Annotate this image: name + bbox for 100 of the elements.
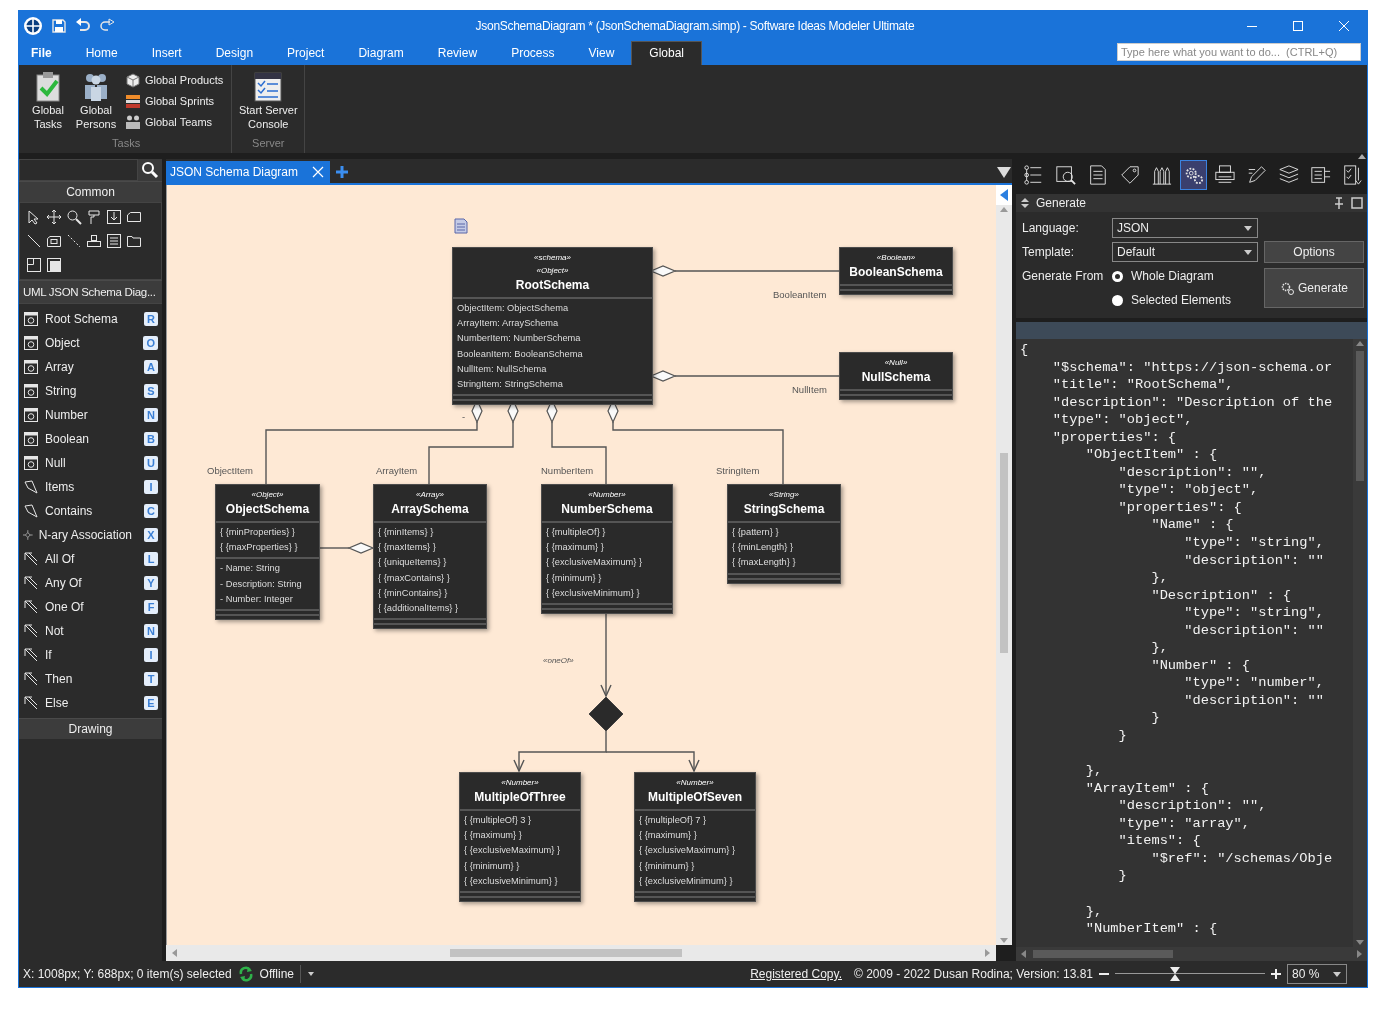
shortcut-key: X xyxy=(144,528,158,542)
menu-tab[interactable]: File xyxy=(19,42,69,65)
attribute-text: { {multipleOf} 7 } xyxy=(639,814,708,827)
menu-tab[interactable]: Design xyxy=(198,42,271,65)
document-tab[interactable]: JSON Schema Diagram xyxy=(166,161,331,183)
scrollbar-thumb[interactable] xyxy=(1000,453,1008,653)
toolbox-item[interactable]: N-ary Association X xyxy=(19,523,162,547)
redo-icon[interactable] xyxy=(99,18,115,34)
connector-label: StringItem xyxy=(716,465,760,476)
scrollbar[interactable] xyxy=(166,945,996,961)
zoom-in-icon[interactable] xyxy=(1271,969,1281,979)
dropdown[interactable]: JSON xyxy=(1112,218,1258,238)
radio-button[interactable]: Selected Elements xyxy=(1112,293,1258,307)
attribute-text: { {exclusiveMaximum} } xyxy=(639,844,737,858)
ribbon-button[interactable]: Start Server Console xyxy=(236,69,301,137)
shortcut-key: N xyxy=(144,408,158,422)
line-icon[interactable] xyxy=(26,233,42,249)
stereotype-label: «String» xyxy=(768,489,800,501)
section-header[interactable]: UML JSON Schema Diag... xyxy=(19,280,162,303)
save-icon[interactable] xyxy=(51,18,67,34)
license-link[interactable]: Registered Copy. xyxy=(750,967,842,981)
radio-button[interactable]: Whole Diagram xyxy=(1112,269,1258,283)
maximize-icon[interactable] xyxy=(1351,197,1363,209)
toolbox-item[interactable]: One Of F xyxy=(19,595,162,619)
toolbox-item[interactable]: Items I xyxy=(19,475,162,499)
ribbon-button[interactable]: Global Products xyxy=(125,71,224,89)
move-icon[interactable] xyxy=(46,209,62,225)
section-header[interactable]: Common xyxy=(19,181,162,202)
section-header[interactable]: Drawing xyxy=(19,718,162,739)
dropdown[interactable]: Default xyxy=(1112,242,1258,262)
gear-icon[interactable] xyxy=(1179,160,1208,190)
options-button[interactable]: Options xyxy=(1264,241,1364,263)
menu-tab[interactable]: Diagram xyxy=(341,42,421,65)
toolbox-item[interactable]: Object O xyxy=(19,331,162,355)
collapse-panel-icon[interactable] xyxy=(996,185,1012,205)
scrollbar[interactable] xyxy=(1353,339,1367,947)
note-shape-icon[interactable] xyxy=(126,209,142,225)
scrollbar-thumb[interactable] xyxy=(1033,950,1173,958)
insert-box-icon[interactable] xyxy=(106,209,122,225)
corner-frame-icon[interactable] xyxy=(26,257,42,273)
folder-icon[interactable] xyxy=(126,233,142,249)
zoom-dropdown[interactable]: 80 % xyxy=(1287,964,1347,984)
attribute-text: { {maximum} } xyxy=(546,541,605,555)
scrollbar[interactable] xyxy=(1016,947,1367,961)
menu-tab[interactable]: Process xyxy=(494,42,572,65)
menu-tab[interactable]: Review xyxy=(420,42,495,65)
ribbon-button[interactable]: Global Persons xyxy=(73,69,119,137)
list-box-icon[interactable] xyxy=(106,233,122,249)
toolbox-item[interactable]: If I xyxy=(19,643,162,667)
ribbon-button[interactable]: Global Tasks xyxy=(25,69,71,137)
toolbox-item[interactable]: Null U xyxy=(19,451,162,475)
toolbox-item[interactable]: Contains C xyxy=(19,499,162,523)
scroll-right-icon[interactable] xyxy=(1356,949,1364,959)
toolbox-item[interactable]: Root Schema R xyxy=(19,307,162,331)
pin-icon[interactable] xyxy=(1333,197,1345,209)
menu-tab[interactable]: Global xyxy=(631,41,702,65)
attribute-text: { {exclusiveMinimum} } xyxy=(639,874,734,888)
ribbon-button[interactable]: Global Teams xyxy=(125,113,224,131)
toolbox-item[interactable]: Not N xyxy=(19,619,162,643)
toolbox-item[interactable]: Then T xyxy=(19,667,162,691)
add-icon[interactable] xyxy=(336,166,349,178)
search-field[interactable] xyxy=(19,159,138,181)
picture-frame-icon[interactable] xyxy=(46,233,62,249)
stereotype-label: «schema» xyxy=(533,252,572,264)
slider-thumb[interactable] xyxy=(1169,966,1181,982)
paint-roller-icon[interactable] xyxy=(86,209,102,225)
toolbox-item[interactable]: Boolean B xyxy=(19,427,162,451)
arrow-icon xyxy=(23,551,39,567)
toolbox-item[interactable]: Else E xyxy=(19,691,162,715)
menu-tab[interactable]: Home xyxy=(68,42,135,65)
toolbox-item[interactable]: String S xyxy=(19,379,162,403)
menu-tab[interactable]: Insert xyxy=(134,42,199,65)
dashed-line-icon[interactable] xyxy=(66,233,82,249)
menu-tab[interactable]: Project xyxy=(270,42,342,65)
shortcut-key: N xyxy=(144,624,158,638)
scrollbar[interactable] xyxy=(996,185,1012,945)
scroll-left-icon[interactable] xyxy=(1019,949,1027,959)
toolbox-item[interactable]: Any Of Y xyxy=(19,571,162,595)
dropdown-icon[interactable] xyxy=(997,166,1011,178)
toolbox-item[interactable]: Number N xyxy=(19,403,162,427)
stamp-icon[interactable] xyxy=(86,233,102,249)
expand-collapse-icon[interactable] xyxy=(1020,197,1030,209)
arrow-icon xyxy=(23,671,39,687)
search-icon[interactable] xyxy=(138,159,162,181)
stereotype-label: «Boolean» xyxy=(875,252,917,264)
generate-button[interactable]: Generate xyxy=(1264,268,1364,308)
menu-tab[interactable]: View xyxy=(571,42,632,65)
zoom-icon[interactable] xyxy=(66,209,82,225)
ribbon-button[interactable]: Global Sprints xyxy=(125,92,224,110)
undo-icon[interactable] xyxy=(75,18,91,34)
caret-icon[interactable] xyxy=(307,971,316,977)
toolbox-item[interactable]: Array A xyxy=(19,355,162,379)
scrollbar-thumb[interactable] xyxy=(1356,351,1364,481)
stereotype-label: «Null» xyxy=(883,357,909,369)
zoom-slider[interactable] xyxy=(1115,966,1265,982)
close-icon[interactable] xyxy=(312,166,325,178)
scrollbar-thumb[interactable] xyxy=(450,949,682,957)
attribute-text: ArrayItem: ArraySchema xyxy=(457,317,560,331)
filled-frame-icon[interactable] xyxy=(46,257,62,273)
toolbox-item[interactable]: All Of L xyxy=(19,547,162,571)
